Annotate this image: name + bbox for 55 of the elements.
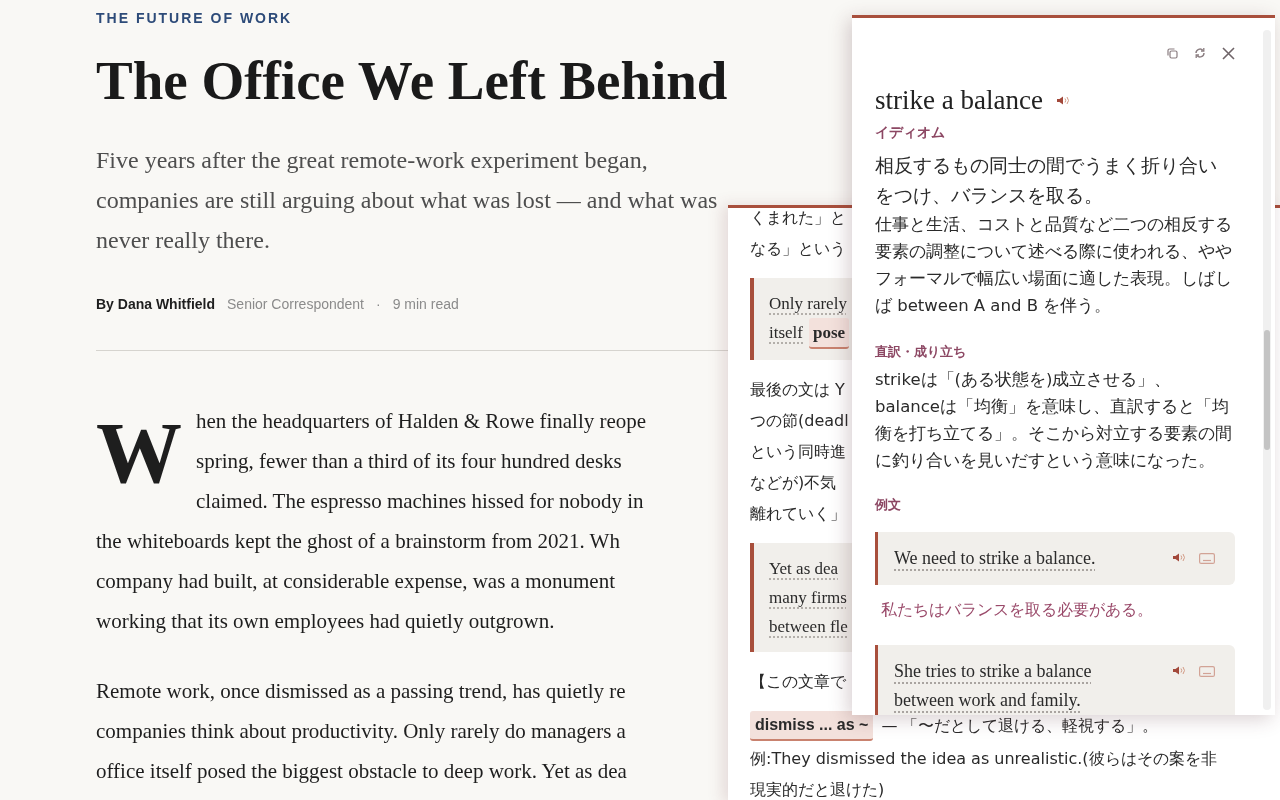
example-translation: 私たちはバランスを取る必要がある。 [881, 599, 1154, 621]
close-icon[interactable] [1222, 46, 1235, 60]
highlighted-word: pose [809, 318, 850, 349]
body-text-line: spring, fewer than a third of its four hundred desks [196, 448, 623, 475]
note-text-line: なる」という [750, 238, 846, 260]
drop-cap: W [96, 405, 183, 503]
section-heading: 直訳・成り立ち [875, 343, 967, 361]
note-text-line: くまれた」と [750, 208, 846, 229]
speaker-icon[interactable] [1056, 95, 1069, 105]
example-sentence: She tries to strike a balance [894, 660, 1092, 683]
article-title: The Office We Left Behind [96, 49, 728, 113]
body-text-line: Remote work, once dismissed as a passing trend, has quietly re [96, 678, 627, 705]
body-text-line: office itself posed the biggest obstacle to deep work. Yet as dea [96, 758, 628, 785]
read-time: 9 min read [392, 295, 459, 314]
author-role: Senior Correspondent [227, 295, 364, 314]
term-gloss: — 「〜だとして退ける、軽視する」。 [881, 715, 1159, 737]
etymology-text: strikeは「(ある状態を)成立させる」、balanceは「均衡」を意味し、直訳すると「均衡を打ち立てる」。そこから対立する要素の間に釣り合いを見いだすという意味になった。 [875, 369, 1233, 472]
speaker-icon[interactable] [1173, 553, 1185, 562]
subtitle-line: never really there. [96, 226, 271, 255]
usage-note: 仕事と生活、コストと品質など二つの相反する要素の調整について述べる際に使われる、ややフォーマルで幅広い場面に適した表現。しばしば between A and B を伴う。 [875, 214, 1233, 317]
quote-text: Only rarely [769, 293, 847, 315]
note-text-line: などが)不気 [750, 472, 837, 494]
headword: strike a balance [875, 84, 1043, 117]
quote-text: itself [769, 322, 803, 344]
body-text-line: working that its own employees had quietly outgrown. [96, 608, 556, 635]
note-text-line: 現実的だと退けた) [750, 779, 885, 800]
note-text-line: 最後の文は Y [750, 379, 845, 401]
definition-text: 相反するもの同士の間でうまく折り合いをつけ、バランスを取る。 [875, 154, 1218, 208]
body-text-line: hen the headquarters of Halden & Rowe finally reope [196, 408, 647, 435]
body-text-line: company had built, at considerable expense, was a monument [96, 568, 616, 595]
example-sentence: between work and family. [894, 689, 1082, 712]
body-text-line: claimed. The espresso machines hissed for nobody in [196, 488, 645, 515]
note-text-line: という同時進 [750, 441, 846, 463]
body-text-line: companies think about productivity. Only rarely do managers a [96, 718, 627, 745]
separator-dot: · [376, 295, 381, 314]
quote-text: Yet as dea [769, 558, 839, 580]
copy-icon[interactable] [1167, 47, 1178, 59]
section-label: THE FUTURE OF WORK [96, 9, 294, 27]
term-tag: dismiss ... as ~ [750, 711, 874, 741]
subtitle-line: Five years after the great remote-work experiment began, [96, 146, 649, 175]
subtitle-line: companies are still arguing about what was lost — and what was [96, 186, 719, 215]
note-text-line: 【この文章で [750, 671, 846, 693]
scrollbar[interactable] [1263, 30, 1271, 710]
note-text-line: 離れていく」 [750, 503, 846, 525]
section-heading: 例文 [875, 496, 902, 514]
note-text-line: 例:They dismissed the idea as unrealistic.(彼らはその案を非 [750, 748, 1217, 770]
quote-text: many firms [769, 587, 847, 609]
part-of-speech-label: イディオム [875, 123, 946, 142]
author-name: By Dana Whitfield [96, 295, 215, 314]
body-text-line: the whiteboards kept the ghost of a brainstorm from 2021. Wh [96, 528, 621, 555]
note-text-line: つの節(deadl [750, 410, 849, 432]
speaker-icon[interactable] [1173, 666, 1185, 675]
refresh-icon[interactable] [1194, 47, 1206, 59]
example-sentence: We need to strike a balance. [894, 547, 1096, 570]
quote-text: between fle [769, 616, 848, 638]
